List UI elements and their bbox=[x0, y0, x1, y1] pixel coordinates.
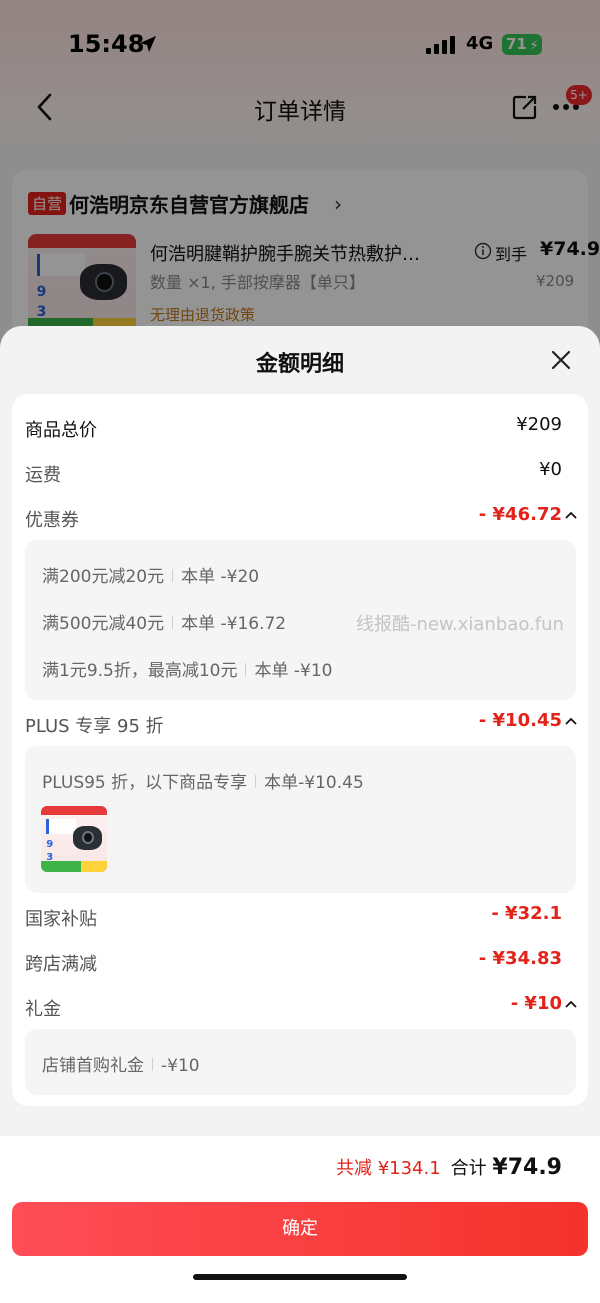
home-indicator[interactable] bbox=[193, 1274, 407, 1280]
coupon-row[interactable]: 优惠券 - ¥46.72 bbox=[12, 504, 588, 534]
close-icon[interactable] bbox=[550, 349, 572, 371]
cross-store-value: - ¥34.83 bbox=[478, 948, 562, 969]
goods-total-label: 商品总价 bbox=[25, 420, 97, 441]
cross-store-label: 跨店满减 bbox=[25, 954, 97, 975]
subsidy-label: 国家补贴 bbox=[25, 909, 97, 930]
shipping-label: 运费 bbox=[25, 465, 61, 486]
subsidy-value: - ¥32.1 bbox=[491, 903, 562, 924]
grand-total-label: 合计 bbox=[450, 1158, 487, 1179]
coupon-name: 满500元减40元 bbox=[42, 614, 165, 634]
plus-detail-box: PLUS95 折，以下商品专享 本单-¥10.45 93 bbox=[25, 746, 576, 893]
coupon-amount: 本单 -¥16.72 bbox=[181, 614, 287, 634]
gift-detail-box: 店铺首购礼金 -¥10 bbox=[25, 1029, 576, 1095]
plus-detail-item: PLUS95 折，以下商品专享 本单-¥10.45 bbox=[42, 768, 364, 793]
chevron-up-icon[interactable] bbox=[564, 999, 578, 1009]
plus-detail-name: PLUS95 折，以下商品专享 bbox=[42, 773, 248, 793]
coupon-detail-item: 满200元减20元 本单 -¥20 bbox=[42, 562, 259, 587]
coupon-label: 优惠券 bbox=[25, 510, 79, 531]
gift-row[interactable]: 礼金 - ¥10 bbox=[12, 993, 588, 1023]
coupon-amount: 本单 -¥20 bbox=[181, 567, 260, 587]
shipping-value: ¥0 bbox=[539, 459, 562, 480]
grand-total: 合计 ¥74.9 bbox=[450, 1155, 562, 1180]
cross-store-row: 跨店满减 - ¥34.83 bbox=[12, 948, 588, 978]
coupon-detail-item: 满500元减40元 本单 -¥16.72 bbox=[42, 609, 286, 634]
coupon-value: - ¥46.72 bbox=[478, 504, 562, 525]
gift-detail-amount: -¥10 bbox=[161, 1056, 200, 1076]
grand-total-value: ¥74.9 bbox=[492, 1155, 562, 1180]
chevron-up-icon[interactable] bbox=[564, 716, 578, 726]
total-reduce-label: 共减 bbox=[335, 1158, 372, 1179]
plus-label: PLUS 专享 95 折 bbox=[25, 716, 164, 737]
footer-summary: 共减 ¥134.1 合计 ¥74.9 bbox=[336, 1154, 562, 1180]
coupon-detail-item: 满1元9.5折，最高减10元 本单 -¥10 bbox=[42, 656, 332, 681]
goods-total-value: ¥209 bbox=[516, 414, 562, 435]
amount-detail-sheet: 金额明细 商品总价 ¥209 运费 ¥0 优惠券 - ¥46.72 满200元减… bbox=[0, 326, 600, 1303]
plus-product-thumbnail[interactable]: 93 bbox=[41, 806, 107, 872]
total-reduce: 共减 ¥134.1 bbox=[336, 1158, 441, 1179]
plus-detail-amount: 本单-¥10.45 bbox=[264, 773, 364, 793]
sheet-footer: 共减 ¥134.1 合计 ¥74.9 确定 bbox=[0, 1136, 600, 1303]
total-reduce-value: ¥134.1 bbox=[377, 1158, 441, 1179]
sheet-title: 金额明细 bbox=[255, 352, 344, 377]
coupon-name: 满1元9.5折，最高减10元 bbox=[42, 661, 238, 681]
confirm-button[interactable]: 确定 bbox=[12, 1202, 588, 1256]
gift-detail-name: 店铺首购礼金 bbox=[42, 1056, 144, 1076]
gift-value: - ¥10 bbox=[510, 993, 562, 1014]
coupon-amount: 本单 -¥10 bbox=[254, 661, 333, 681]
watermark: 线报酷-new.xianbao.fun bbox=[356, 614, 564, 635]
gift-detail-item: 店铺首购礼金 -¥10 bbox=[42, 1051, 200, 1076]
amount-panel: 商品总价 ¥209 运费 ¥0 优惠券 - ¥46.72 满200元减20元 本单… bbox=[12, 394, 588, 1106]
plus-row[interactable]: PLUS 专享 95 折 - ¥10.45 bbox=[12, 710, 588, 740]
gift-label: 礼金 bbox=[25, 999, 61, 1020]
coupon-name: 满200元减20元 bbox=[42, 567, 165, 587]
goods-total-row: 商品总价 ¥209 bbox=[12, 414, 588, 444]
plus-value: - ¥10.45 bbox=[478, 710, 562, 731]
chevron-up-icon[interactable] bbox=[564, 510, 578, 520]
shipping-row: 运费 ¥0 bbox=[12, 459, 588, 489]
subsidy-row: 国家补贴 - ¥32.1 bbox=[12, 903, 588, 933]
